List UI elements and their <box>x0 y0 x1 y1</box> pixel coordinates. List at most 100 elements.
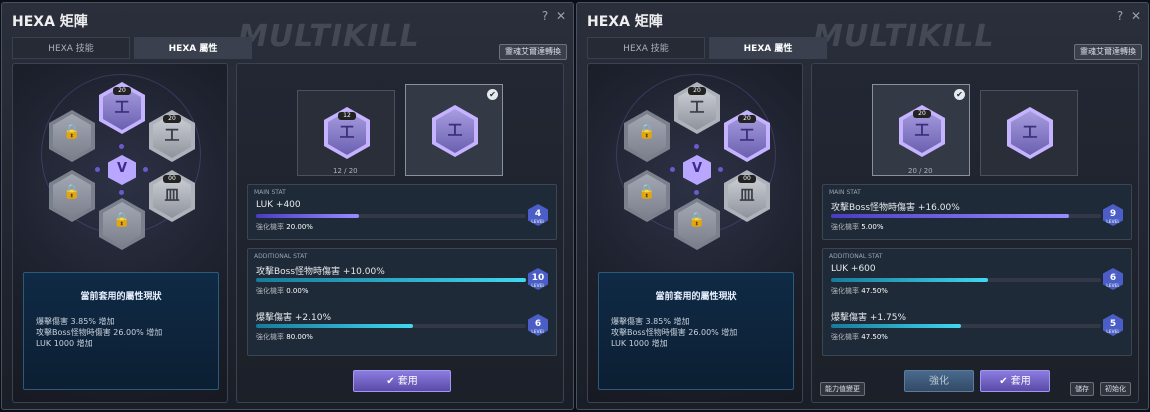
help-button[interactable]: ? <box>539 9 551 23</box>
main-stat-rate: 強化機率 5.00% <box>831 223 884 231</box>
main-stat-box: MAIN STAT 攻擊Boss怪物時傷害 +16.00% 強化機率 5.00%… <box>822 184 1132 240</box>
decor-dot <box>119 190 124 195</box>
stat-core-slot-1[interactable]: ✔ 20 工 <box>872 84 970 176</box>
stat-core-icon: 工 <box>1007 107 1053 159</box>
hexa-core-grid-panel: 20 工 20 工 00 皿 🔒 🔒 🔒 V 當前套用的屬性現狀 爆擊傷害 3.85%… <box>12 63 228 403</box>
applied-stat-status-box: 當前套用的屬性現狀 爆擊傷害 3.85% 增加 攻擊Boss怪物時傷害 26.0… <box>598 272 794 390</box>
apply-button[interactable]: ✔ 套用 <box>980 370 1050 392</box>
lock-icon: 🔒 <box>638 124 656 140</box>
decor-dot <box>718 167 723 172</box>
stat-core-slot-2[interactable]: 工 <box>980 90 1078 176</box>
stat-core-slot-1[interactable]: 12 工 <box>297 90 395 176</box>
additional-stat-progress-bar <box>831 278 1101 282</box>
additional-stat-rate: 強化機率 47.50% <box>831 287 888 295</box>
additional-stat-level-badge: 10 LEVEL <box>528 268 548 290</box>
stat-detail-panel: 12 工 ✔ 工 12 / 20 MAIN STAT LUK +400 強化機率 … <box>236 63 564 403</box>
main-stat-name: 攻擊Boss怪物時傷害 +16.00% <box>831 203 960 213</box>
hexa-matrix-window-right: HEXA 矩陣 MULTIKILL ? ✕ HEXA 技能 HEXA 屬性 靈魂… <box>576 2 1149 410</box>
title-bar[interactable]: HEXA 矩陣 MULTIKILL ? ✕ <box>577 3 1148 54</box>
additional-stat-name: 攻擊Boss怪物時傷害 +10.00% <box>256 267 385 277</box>
main-stat-header: MAIN STAT <box>254 189 286 196</box>
additional-stat-progress-bar <box>256 278 526 282</box>
status-line: 爆擊傷害 3.85% 增加 <box>611 317 690 326</box>
applied-stat-status-box: 當前套用的屬性現狀 爆擊傷害 3.85% 增加 攻擊Boss怪物時傷害 26.0… <box>23 272 219 390</box>
stat-core-icon: 12 工 <box>324 107 370 159</box>
lock-icon: 🔒 <box>638 184 656 200</box>
status-line: 爆擊傷害 3.85% 增加 <box>36 317 115 326</box>
additional-stat-level-badge: 6 LEVEL <box>1103 268 1123 290</box>
main-stat-header: MAIN STAT <box>829 189 861 196</box>
background-watermark: MULTIKILL <box>813 19 995 54</box>
slot-progress: 12 / 20 <box>333 167 358 175</box>
core-glyph-icon: 皿 <box>739 186 755 204</box>
main-stat-level-badge: 9 LEVEL <box>1103 204 1123 226</box>
slot-progress: 20 / 20 <box>908 167 933 175</box>
status-heading: 當前套用的屬性現狀 <box>655 292 737 302</box>
decor-dot <box>143 167 148 172</box>
lock-icon: 🔒 <box>63 124 81 140</box>
core-glyph-icon: 工 <box>164 126 180 144</box>
decor-dot <box>119 144 124 149</box>
lock-icon: 🔒 <box>688 212 706 228</box>
main-stat-progress-bar <box>256 214 526 218</box>
additional-stat-level-badge: 6 LEVEL <box>528 314 548 336</box>
reset-button[interactable]: 初始化 <box>1100 382 1131 396</box>
status-line: 攻擊Boss怪物時傷害 26.00% 增加 <box>36 328 163 337</box>
stat-core-icon: 工 <box>432 105 478 157</box>
ability-change-button[interactable]: 能力值變更 <box>820 382 865 396</box>
close-button[interactable]: ✕ <box>1130 9 1142 23</box>
close-button[interactable]: ✕ <box>555 9 567 23</box>
tab-hexa-skill[interactable]: HEXA 技能 <box>587 37 705 59</box>
title-bar[interactable]: HEXA 矩陣 MULTIKILL ? ✕ <box>2 3 573 54</box>
check-icon: ✔ <box>487 89 498 100</box>
additional-stat-name: 爆擊傷害 +2.10% <box>256 313 331 323</box>
additional-stat-progress-bar <box>831 324 1101 328</box>
core-glyph-icon: 皿 <box>164 186 180 204</box>
hexa-core-grid-panel: 20 工 20 工 00 皿 🔒 🔒 🔒 V 當前套用的屬性現狀 爆擊傷害 3.85%… <box>587 63 803 403</box>
additional-stat-box: ADDITIONAL STAT LUK +600 強化機率 47.50% 6 LE… <box>822 248 1132 356</box>
save-button[interactable]: 儲存 <box>1070 382 1094 396</box>
main-stat-name: LUK +400 <box>256 200 301 210</box>
additional-stat-row: LUK +600 強化機率 47.50% 6 LEVEL <box>823 260 1131 298</box>
background-watermark: MULTIKILL <box>238 19 420 54</box>
additional-stat-row: 攻擊Boss怪物時傷害 +10.00% 強化機率 0.00% 10 LEVEL <box>248 260 556 298</box>
lock-icon: 🔒 <box>113 212 131 228</box>
main-stat-progress-bar <box>831 214 1101 218</box>
sol-erda-convert-button[interactable]: 靈魂艾爾達轉換 <box>1074 44 1142 60</box>
window-title: HEXA 矩陣 <box>587 14 663 30</box>
decor-dot <box>95 167 100 172</box>
status-line: LUK 1000 增加 <box>611 339 668 348</box>
additional-stat-rate: 強化機率 0.00% <box>256 287 309 295</box>
status-heading: 當前套用的屬性現狀 <box>80 292 162 302</box>
status-line: LUK 1000 增加 <box>36 339 93 348</box>
additional-stat-level-badge: 5 LEVEL <box>1103 314 1123 336</box>
main-stat-level-badge: 4 LEVEL <box>528 204 548 226</box>
window-title: HEXA 矩陣 <box>12 14 88 30</box>
enhance-button[interactable]: 強化 <box>904 370 974 392</box>
additional-stat-box: ADDITIONAL STAT 攻擊Boss怪物時傷害 +10.00% 強化機率… <box>247 248 557 356</box>
main-stat-rate: 強化機率 20.00% <box>256 223 313 231</box>
additional-stat-row: 爆擊傷害 +1.75% 強化機率 47.50% 5 LEVEL <box>823 306 1131 344</box>
additional-stat-progress-bar <box>256 324 526 328</box>
core-glyph-icon: 工 <box>689 98 705 116</box>
decor-dot <box>694 144 699 149</box>
additional-stat-rate: 強化機率 47.50% <box>831 333 888 341</box>
tab-hexa-skill[interactable]: HEXA 技能 <box>12 37 130 59</box>
core-glyph-icon: 工 <box>114 98 130 116</box>
additional-stat-name: 爆擊傷害 +1.75% <box>831 313 906 323</box>
stat-core-icon: 20 工 <box>899 105 945 157</box>
sol-erda-convert-button[interactable]: 靈魂艾爾達轉換 <box>499 44 567 60</box>
decor-dot <box>670 167 675 172</box>
hexa-matrix-window-left: HEXA 矩陣 MULTIKILL ? ✕ HEXA 技能 HEXA 屬性 靈魂… <box>1 2 574 410</box>
check-icon: ✔ <box>954 89 965 100</box>
help-button[interactable]: ? <box>1114 9 1126 23</box>
additional-stat-row: 爆擊傷害 +2.10% 強化機率 80.00% 6 LEVEL <box>248 306 556 344</box>
tab-hexa-stat[interactable]: HEXA 屬性 <box>709 37 827 59</box>
stat-core-slot-2[interactable]: ✔ 工 <box>405 84 503 176</box>
additional-stat-rate: 強化機率 80.00% <box>256 333 313 341</box>
apply-button[interactable]: ✔ 套用 <box>353 370 451 392</box>
lock-icon: 🔒 <box>63 184 81 200</box>
additional-stat-name: LUK +600 <box>831 264 876 274</box>
additional-stat-header: ADDITIONAL STAT <box>829 253 883 260</box>
tab-hexa-stat[interactable]: HEXA 屬性 <box>134 37 252 59</box>
